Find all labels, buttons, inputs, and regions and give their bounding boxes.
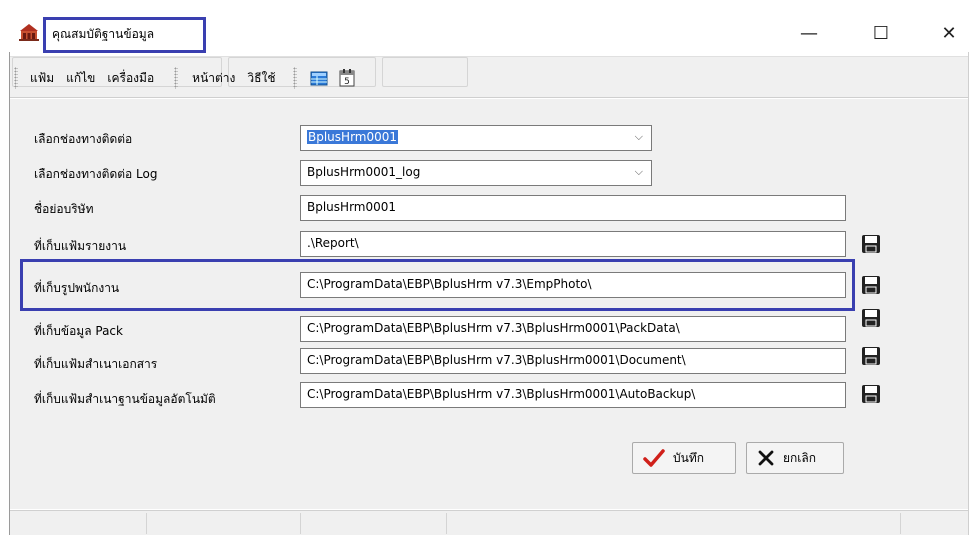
- checkmark-icon: [643, 449, 665, 467]
- status-cell: [446, 513, 447, 534]
- save-icon[interactable]: [860, 383, 882, 405]
- toolbar-grip[interactable]: [174, 67, 179, 89]
- connection-log-value: BplusHrm0001_log: [307, 165, 421, 179]
- save-button-label: บันทึก: [673, 450, 704, 465]
- chevron-down-icon[interactable]: ⌵: [635, 165, 643, 179]
- status-cell: [300, 513, 301, 534]
- employee-photo-label: ที่เก็บรูปพนักงาน: [34, 281, 120, 295]
- toolbar-grip[interactable]: [293, 67, 298, 89]
- menu-tools[interactable]: เครื่องมือ: [101, 69, 160, 88]
- app-icon: [19, 24, 39, 41]
- save-icon[interactable]: [860, 274, 882, 296]
- connection-value: BplusHrm0001: [307, 130, 399, 144]
- status-bar: [10, 510, 968, 535]
- menu-file[interactable]: แฟ้ม: [24, 69, 60, 88]
- auto-backup-field[interactable]: C:\ProgramData\EBP\BplusHrm v7.3\BplusHr…: [300, 382, 846, 408]
- svg-text:5: 5: [345, 77, 351, 87]
- status-cell: [146, 513, 147, 534]
- save-icon[interactable]: [860, 307, 882, 329]
- minimize-button[interactable]: —: [786, 14, 832, 52]
- chevron-down-icon[interactable]: ⌵: [635, 130, 643, 144]
- cancel-button-label: ยกเลิก: [783, 450, 817, 465]
- table-icon[interactable]: [309, 68, 329, 88]
- toolbar-group: [382, 57, 468, 87]
- title-bar: คุณสมบัติฐานข้อมูล — ☐ ✕: [0, 0, 978, 53]
- pack-data-field[interactable]: C:\ProgramData\EBP\BplusHrm v7.3\BplusHr…: [300, 316, 846, 342]
- save-icon[interactable]: [860, 345, 882, 367]
- connection-select[interactable]: BplusHrm0001 ⌵: [300, 125, 652, 151]
- document-copy-label: ที่เก็บแฟ้มสำเนาเอกสาร: [34, 357, 158, 371]
- maximize-button[interactable]: ☐: [858, 14, 904, 52]
- cancel-button[interactable]: ยกเลิก: [746, 442, 844, 474]
- calendar-icon[interactable]: 5: [337, 68, 357, 88]
- cross-icon: [758, 450, 774, 466]
- connection-log-select[interactable]: BplusHrm0001_log ⌵: [300, 160, 652, 186]
- report-folder-label: ที่เก็บแฟ้มรายงาน: [34, 239, 127, 253]
- pack-data-label: ที่เก็บข้อมูล Pack: [34, 324, 123, 338]
- connection-log-label: เลือกช่องทางติดต่อ Log: [34, 167, 158, 181]
- auto-backup-label: ที่เก็บแฟ้มสำเนาฐานข้อมูลอัตโนมัติ: [34, 392, 216, 406]
- connection-label: เลือกช่องทางติดต่อ: [34, 132, 133, 146]
- menu-help[interactable]: วิธีใช้: [241, 69, 281, 88]
- window-title: คุณสมบัติฐานข้อมูล: [52, 27, 155, 41]
- company-short-name-field[interactable]: BplusHrm0001: [300, 195, 846, 221]
- status-cell: [900, 513, 901, 534]
- company-short-name-label: ชื่อย่อบริษัท: [34, 202, 94, 216]
- save-icon[interactable]: [860, 233, 882, 255]
- menu-edit[interactable]: แก้ไข: [60, 69, 101, 88]
- toolbar-grip[interactable]: [14, 67, 18, 89]
- employee-photo-field[interactable]: C:\ProgramData\EBP\BplusHrm v7.3\EmpPhot…: [300, 272, 846, 298]
- document-copy-field[interactable]: C:\ProgramData\EBP\BplusHrm v7.3\BplusHr…: [300, 348, 846, 374]
- save-button[interactable]: บันทึก: [632, 442, 736, 474]
- report-folder-field[interactable]: .\Report\: [300, 231, 846, 257]
- close-button[interactable]: ✕: [926, 14, 972, 52]
- menu-window[interactable]: หน้าต่าง: [186, 69, 241, 88]
- menu-toolbar: แฟ้ม แก้ไข เครื่องมือ หน้าต่าง วิธีใช้ 5: [10, 56, 968, 98]
